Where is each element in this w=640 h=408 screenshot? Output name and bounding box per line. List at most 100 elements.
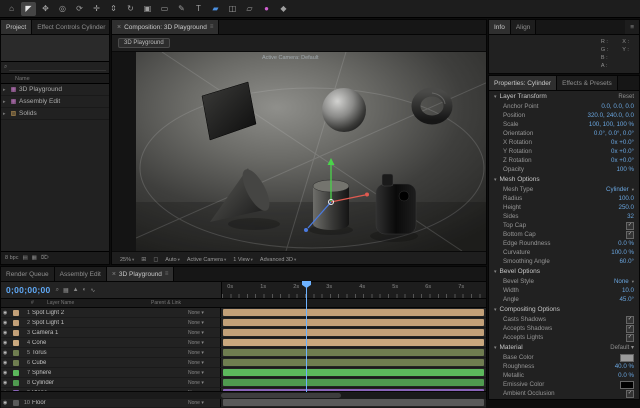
graph-editor-icon[interactable]: ∿ [90,287,95,294]
trash-icon[interactable]: ⌦ [41,255,49,261]
property-value[interactable]: 0.0 % [618,240,634,247]
orbit-camera-tool-icon[interactable]: ⟳ [72,2,87,16]
layer-duration-bar[interactable] [223,369,484,376]
property-row[interactable]: Ambient Occlusion✓ [489,389,639,398]
label-color-swatch[interactable] [13,400,19,406]
close-icon[interactable]: × [112,271,116,278]
grid-guides-icon[interactable]: ⊞ [141,256,146,263]
panel-menu-icon[interactable]: ≡ [625,20,639,34]
checkbox[interactable]: ✓ [626,231,634,239]
label-color-swatch[interactable] [13,350,19,356]
layer-row[interactable]: ◉7SphereNone ▾ [1,368,486,378]
layer-track[interactable] [221,318,486,327]
property-value[interactable]: 100, 100, 100 % [589,121,634,128]
shape-tool-icon[interactable]: ▭ [157,2,172,16]
property-row[interactable]: Anchor Point0.0, 0.0, 0.0 [489,102,639,111]
magnification-control[interactable]: 25%▾ [120,257,134,263]
layer-row[interactable]: ◉1Spot Light 2None ▾ [1,308,486,318]
property-value[interactable]: 32 [627,213,634,220]
property-value[interactable]: 0x +0.0° [611,157,634,164]
property-row[interactable]: Bevel StyleNone▾ [489,277,639,286]
property-row[interactable]: Y Rotation0x +0.0° [489,147,639,156]
layer-row[interactable]: ◉4ConeNone ▾ [1,338,486,348]
mask-visibility-icon[interactable]: ◻ [153,256,158,263]
eye-icon[interactable]: ◉ [3,400,11,406]
tab-effect-controls[interactable]: Effect Controls Cylinder [32,20,109,34]
eye-icon[interactable]: ◉ [3,330,11,336]
property-value[interactable]: 320.0, 240.0, 0.0 [588,112,634,119]
color-swatch[interactable] [620,381,634,389]
eye-icon[interactable]: ◉ [3,310,11,316]
motion-blur-icon[interactable]: ◐ [83,287,87,294]
twirl-icon[interactable]: ▾ [494,345,497,351]
label-color-swatch[interactable] [13,370,19,376]
new-comp-icon[interactable]: ▦ [32,255,37,261]
label-color-swatch[interactable] [13,380,19,386]
pan-behind-tool-icon[interactable]: ▣ [140,2,155,16]
current-time-display[interactable]: 0;00;00;00 [1,285,56,295]
property-row[interactable]: Position320.0, 240.0, 0.0 [489,111,639,120]
checkbox[interactable]: ✓ [626,390,634,398]
timeline-scrollbar[interactable] [1,391,486,399]
panel-menu-icon[interactable]: ≡ [210,24,214,30]
layer-track[interactable] [221,398,486,407]
property-row[interactable]: Roughness40.0 % [489,362,639,371]
section-header[interactable]: ▾Layer TransformReset [489,91,639,102]
twirl-icon[interactable]: ▸ [3,111,8,117]
panel-menu-icon[interactable]: ≡ [165,271,169,277]
tab-project[interactable]: Project [1,20,32,34]
property-value[interactable]: 10.0 [622,287,634,294]
tab-align[interactable]: Align [511,20,536,34]
resolution-control[interactable]: Auto▾ [165,257,180,263]
property-row[interactable]: Casts Shadows✓ [489,315,639,324]
twirl-icon[interactable]: ▾ [494,177,497,183]
project-item[interactable]: ▸▦Assembly Edit [1,96,109,108]
property-row[interactable]: Curvature100.0 % [489,248,639,257]
puppet-pin-tool-icon[interactable]: ◆ [276,2,291,16]
property-row[interactable]: Orientation0.0°, 0.0°, 0.0° [489,129,639,138]
twirl-icon[interactable]: ▸ [3,99,8,105]
twirl-icon[interactable]: ▾ [494,94,497,100]
property-row[interactable]: Mesh TypeCylinder▾ [489,185,639,194]
parent-link-dropdown[interactable]: None ▾ [188,360,218,366]
layer-track[interactable] [221,338,486,347]
property-value[interactable]: 0.0, 0.0, 0.0 [601,103,634,110]
checkbox[interactable]: ✓ [626,334,634,342]
scrollbar-thumb[interactable] [221,393,341,398]
layer-track[interactable] [221,368,486,377]
zoom-tool-icon[interactable]: ◎ [55,2,70,16]
current-time-indicator[interactable] [306,281,307,392]
property-row[interactable]: Top Cap✓ [489,221,639,230]
layer-row[interactable]: ◉2Spot Light 1None ▾ [1,318,486,328]
section-header[interactable]: ▾Bevel Options [489,266,639,277]
layer-row[interactable]: ◉6CubeNone ▾ [1,358,486,368]
layer-duration-bar[interactable] [223,329,484,336]
tab-assembly-edit[interactable]: Assembly Edit [55,267,107,281]
layer-track[interactable] [221,348,486,357]
rotation-tool-icon[interactable]: ↻ [123,2,138,16]
layer-track[interactable] [221,358,486,367]
layer-track[interactable] [221,308,486,317]
property-row[interactable]: Accepts Shadows✓ [489,324,639,333]
composition-viewport[interactable]: Active Camera: Default [112,52,486,251]
parent-link-dropdown[interactable]: None ▾ [188,380,218,386]
search-input[interactable] [9,64,106,71]
property-value[interactable]: 100.0 % [611,249,634,256]
comp-flowchart-icon[interactable]: ▦ [63,287,69,294]
checkbox[interactable]: ✓ [626,316,634,324]
property-row[interactable]: Angle45.0° [489,295,639,304]
property-row[interactable]: Edge Roundness0.0 % [489,239,639,248]
eye-icon[interactable]: ◉ [3,380,11,386]
project-item[interactable]: ▸▨Solids [1,108,109,120]
roto-brush-tool-icon[interactable]: ● [259,2,274,16]
property-row[interactable]: X Rotation0x +0.0° [489,138,639,147]
scene-3d[interactable] [136,52,486,251]
property-row[interactable]: Bottom Cap✓ [489,230,639,239]
sphere-object[interactable] [322,88,366,132]
property-row[interactable]: Opacity100 % [489,165,639,174]
property-value[interactable]: 100.0 [619,195,634,202]
playground-button[interactable]: 3D Playground [118,38,170,48]
property-value[interactable]: 0x +0.0° [611,148,634,155]
layer-duration-bar[interactable] [223,319,484,326]
parent-link-dropdown[interactable]: None ▾ [188,400,218,406]
